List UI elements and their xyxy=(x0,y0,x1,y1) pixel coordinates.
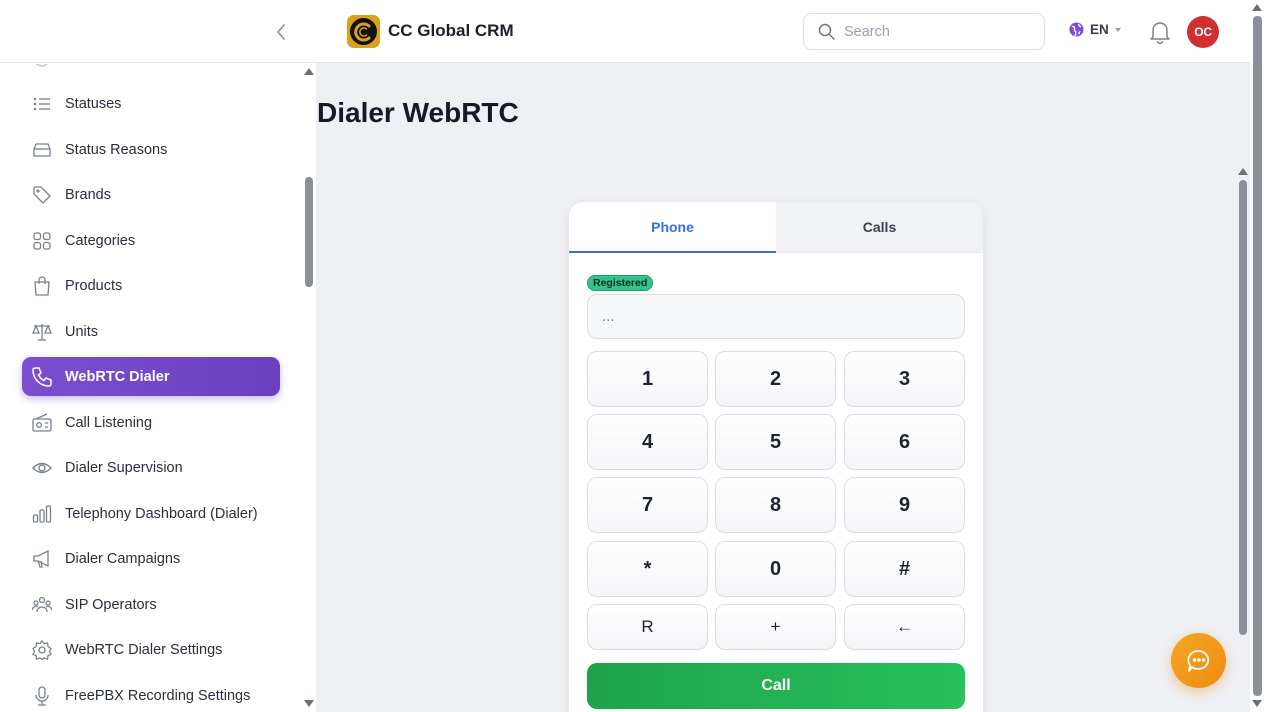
search-box[interactable] xyxy=(803,13,1045,50)
app-logo[interactable] xyxy=(347,15,380,48)
tab-phone[interactable]: Phone xyxy=(569,202,776,253)
sidebar-item-label: Dialer Supervision xyxy=(65,459,183,476)
sidebar-scrollbar[interactable] xyxy=(302,64,316,712)
chat-bubble-icon xyxy=(1186,649,1209,672)
dial-key-9[interactable]: 9 xyxy=(844,477,965,533)
search-input[interactable] xyxy=(844,23,1024,40)
sidebar-item-statuses[interactable]: Statuses xyxy=(22,84,280,123)
dial-key-2[interactable]: 2 xyxy=(715,351,836,407)
scroll-down-arrow-icon[interactable] xyxy=(304,700,314,707)
phone-icon xyxy=(31,366,53,388)
sidebar-item-label: Statuses xyxy=(65,95,122,112)
dial-key-5[interactable]: 5 xyxy=(715,414,836,470)
sidebar: Statuses Status Reasons Brands Categorie… xyxy=(0,0,316,712)
redial-button[interactable]: R xyxy=(587,604,708,650)
sidebar-item-dialer-supervision[interactable]: Dialer Supervision xyxy=(22,448,280,487)
microphone-icon xyxy=(31,685,53,707)
sidebar-item-label: WebRTC Dialer Settings xyxy=(65,641,223,658)
sidebar-item-webrtc-dialer[interactable]: WebRTC Dialer xyxy=(22,357,280,396)
sidebar-item-label: Call Listening xyxy=(65,414,153,431)
plus-key[interactable]: + xyxy=(715,604,836,650)
phone-number-input[interactable] xyxy=(587,294,965,339)
dial-key-0[interactable]: 0 xyxy=(715,541,836,597)
inbox-icon xyxy=(31,139,53,161)
sidebar-item-label: Brands xyxy=(65,186,111,203)
sidebar-item-brands[interactable]: Brands xyxy=(22,175,280,214)
megaphone-icon xyxy=(31,548,53,570)
partial-icon xyxy=(31,64,53,77)
dialer-card: Phone Calls Registered 1 2 3 4 5 6 7 8 9… xyxy=(569,202,983,712)
dialer-tabs: Phone Calls xyxy=(569,202,983,253)
dial-key-1[interactable]: 1 xyxy=(587,351,708,407)
sidebar-item-label: SIP Operators xyxy=(65,596,157,613)
chevron-down-icon xyxy=(1114,27,1121,32)
list-icon xyxy=(31,93,53,115)
sidebar-scroll-thumb[interactable] xyxy=(305,177,313,287)
sidebar-item-label: Telephony Dashboard (Dialer) xyxy=(65,505,258,522)
dial-key-7[interactable]: 7 xyxy=(587,477,708,533)
sidebar-nav: Statuses Status Reasons Brands Categorie… xyxy=(0,64,302,712)
grid-icon xyxy=(31,230,53,252)
scale-icon xyxy=(31,321,53,343)
sidebar-item-dialer-campaigns[interactable]: Dialer Campaigns xyxy=(22,539,280,578)
scroll-down-arrow-icon[interactable] xyxy=(1252,700,1262,707)
sidebar-item-label: FreePBX Recording Settings xyxy=(65,687,251,704)
sidebar-item-label: Categories xyxy=(65,232,136,249)
users-icon xyxy=(31,594,53,616)
gear-icon xyxy=(31,639,53,661)
dial-key-star[interactable]: * xyxy=(587,541,708,597)
sidebar-item-sip-operators[interactable]: SIP Operators xyxy=(22,585,280,624)
chevron-left-icon xyxy=(277,24,285,40)
tag-icon xyxy=(31,184,53,206)
dial-key-4[interactable]: 4 xyxy=(587,414,708,470)
logo-c-icon xyxy=(353,22,370,41)
scroll-up-arrow-icon[interactable] xyxy=(1252,4,1262,11)
page-title: Dialer WebRTC xyxy=(317,97,519,128)
shopping-bag-icon xyxy=(31,275,53,297)
app-title: CC Global CRM xyxy=(388,21,514,40)
sidebar-item-status-reasons[interactable]: Status Reasons xyxy=(22,130,280,169)
language-selector[interactable]: EN xyxy=(1069,22,1121,37)
sidebar-item-label: Products xyxy=(65,277,123,294)
content-scrollbar[interactable] xyxy=(1237,165,1249,712)
scroll-up-arrow-icon[interactable] xyxy=(304,68,314,75)
page-scrollbar[interactable] xyxy=(1250,0,1265,712)
sidebar-item-telephony-dashboard[interactable]: Telephony Dashboard (Dialer) xyxy=(22,494,280,533)
call-button[interactable]: Call xyxy=(587,663,965,709)
bar-chart-icon xyxy=(31,503,53,525)
language-code: EN xyxy=(1090,22,1109,37)
notifications-button[interactable] xyxy=(1149,20,1171,45)
tab-calls[interactable]: Calls xyxy=(776,202,983,253)
chat-button[interactable] xyxy=(1171,633,1226,688)
backspace-button[interactable]: ← xyxy=(844,604,965,650)
bell-icon xyxy=(1150,22,1170,45)
user-avatar[interactable]: OC xyxy=(1187,16,1219,48)
eye-icon xyxy=(31,457,53,479)
sidebar-item-call-listening[interactable]: Call Listening xyxy=(22,403,280,442)
sidebar-item-label: Status Reasons xyxy=(65,141,168,158)
top-header: CC Global CRM EN OC xyxy=(316,0,1250,63)
globe-icon xyxy=(1069,22,1084,37)
dial-key-hash[interactable]: # xyxy=(844,541,965,597)
sidebar-item-label: WebRTC Dialer xyxy=(65,368,170,385)
scroll-up-arrow-icon[interactable] xyxy=(1238,168,1248,175)
sidebar-item-partial[interactable] xyxy=(22,64,280,85)
sidebar-item-freepbx-recording-settings[interactable]: FreePBX Recording Settings xyxy=(22,676,280,712)
page-scroll-thumb[interactable] xyxy=(1253,16,1262,696)
dial-key-6[interactable]: 6 xyxy=(844,414,965,470)
registered-status-badge: Registered xyxy=(587,275,654,291)
sidebar-item-label: Units xyxy=(65,323,99,340)
content-scroll-thumb[interactable] xyxy=(1239,180,1247,635)
sidebar-header xyxy=(0,0,316,63)
dial-key-8[interactable]: 8 xyxy=(715,477,836,533)
radio-icon xyxy=(31,412,53,434)
sidebar-item-units[interactable]: Units xyxy=(22,312,280,351)
search-icon xyxy=(818,23,835,40)
dial-key-3[interactable]: 3 xyxy=(844,351,965,407)
sidebar-item-categories[interactable]: Categories xyxy=(22,221,280,260)
sidebar-item-products[interactable]: Products xyxy=(22,266,280,305)
sidebar-item-label: Dialer Campaigns xyxy=(65,550,181,567)
collapse-sidebar-button[interactable] xyxy=(270,20,292,44)
sidebar-item-webrtc-dialer-settings[interactable]: WebRTC Dialer Settings xyxy=(22,630,280,669)
